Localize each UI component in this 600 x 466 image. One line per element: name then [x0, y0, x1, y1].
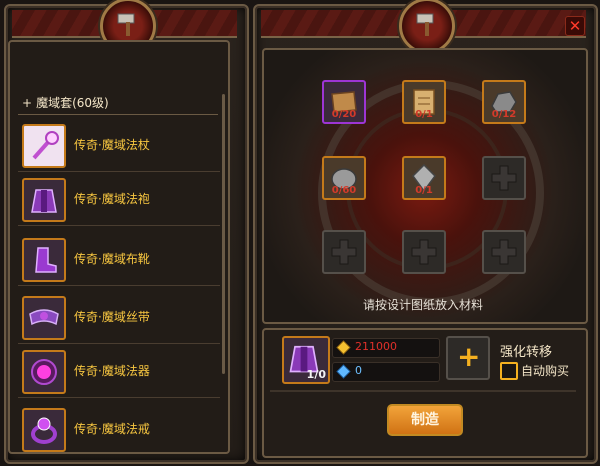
recipe-item-robe[interactable]: 传奇·魔域法袍 — [14, 172, 224, 226]
material-slot[interactable]: 0/1 — [402, 156, 446, 200]
recipe-list-scrollbar[interactable] — [222, 94, 225, 374]
result-ratio: 1/0 — [306, 368, 326, 381]
recipe-item-label: 传奇·魔域法杖 — [74, 138, 150, 152]
hammer-icon — [416, 13, 434, 36]
recipe-item-staff[interactable]: 传奇·魔域法杖 — [14, 118, 224, 172]
group-divider — [18, 114, 218, 115]
hammer-icon — [117, 13, 135, 36]
recipe-item-label: 传奇·魔域丝带 — [74, 310, 150, 324]
ring-icon — [22, 408, 66, 452]
recipe-item-label: 传奇·魔域法袍 — [74, 192, 150, 206]
belt-icon — [22, 296, 66, 340]
recipe-item-label: 传奇·魔域布靴 — [74, 252, 150, 266]
plus-icon: + — [457, 340, 481, 373]
add-enhance-slot[interactable]: + — [446, 336, 490, 380]
orb-icon — [22, 350, 66, 394]
diamond-cost: 0 — [355, 364, 362, 377]
expand-icon: + — [22, 96, 33, 110]
material-slot-empty[interactable] — [482, 230, 526, 274]
controls-divider — [270, 390, 576, 392]
recipe-item-boots[interactable]: 传奇·魔域布靴 — [14, 232, 224, 286]
material-slot[interactable]: 0/1 — [402, 80, 446, 124]
empty-slot-icon — [331, 239, 357, 265]
recipe-item-ring[interactable]: 传奇·魔域法戒 — [14, 402, 224, 456]
robe-icon — [22, 178, 66, 222]
material-slot-empty[interactable] — [482, 156, 526, 200]
material-slot[interactable]: 0/20 — [322, 80, 366, 124]
auto-buy-label: 自动购买 — [521, 364, 570, 378]
gold-cost-row: 211000 — [332, 338, 440, 358]
group-label: 魔域套(60级) — [36, 96, 109, 110]
material-slot-empty[interactable] — [322, 230, 366, 274]
material-slot[interactable]: 0/60 — [322, 156, 366, 200]
transfer-label: 强化转移 — [500, 345, 553, 360]
empty-slot-icon — [491, 239, 517, 265]
gold-coin-icon — [336, 340, 351, 355]
recipe-item-orb[interactable]: 传奇·魔域法器 — [14, 344, 224, 398]
material-slot-empty[interactable] — [402, 230, 446, 274]
auto-buy-checkbox[interactable] — [500, 362, 518, 380]
make-button[interactable]: 制造 — [387, 404, 463, 436]
result-item-slot[interactable]: 1/0 — [282, 336, 330, 384]
boots-icon — [22, 238, 66, 282]
right-emblem — [399, 0, 455, 54]
material-slot[interactable]: 0/12 — [482, 80, 526, 124]
empty-slot-icon — [411, 239, 437, 265]
empty-slot-icon — [491, 165, 517, 191]
recipe-item-belt[interactable]: 传奇·魔域丝带 — [14, 290, 224, 344]
diamond-icon — [336, 364, 351, 379]
staff-icon — [22, 124, 66, 168]
recipe-item-label: 传奇·魔域法戒 — [74, 422, 150, 436]
crafting-hint: 请按设计图纸放入材料 — [362, 298, 483, 312]
recipe-group-header[interactable]: + 魔域套(60级) — [22, 94, 222, 114]
diamond-cost-row: 0 — [332, 362, 440, 382]
close-button[interactable]: ✕ — [565, 16, 585, 36]
gold-cost: 211000 — [355, 340, 397, 353]
recipe-item-label: 传奇·魔域法器 — [74, 364, 150, 378]
